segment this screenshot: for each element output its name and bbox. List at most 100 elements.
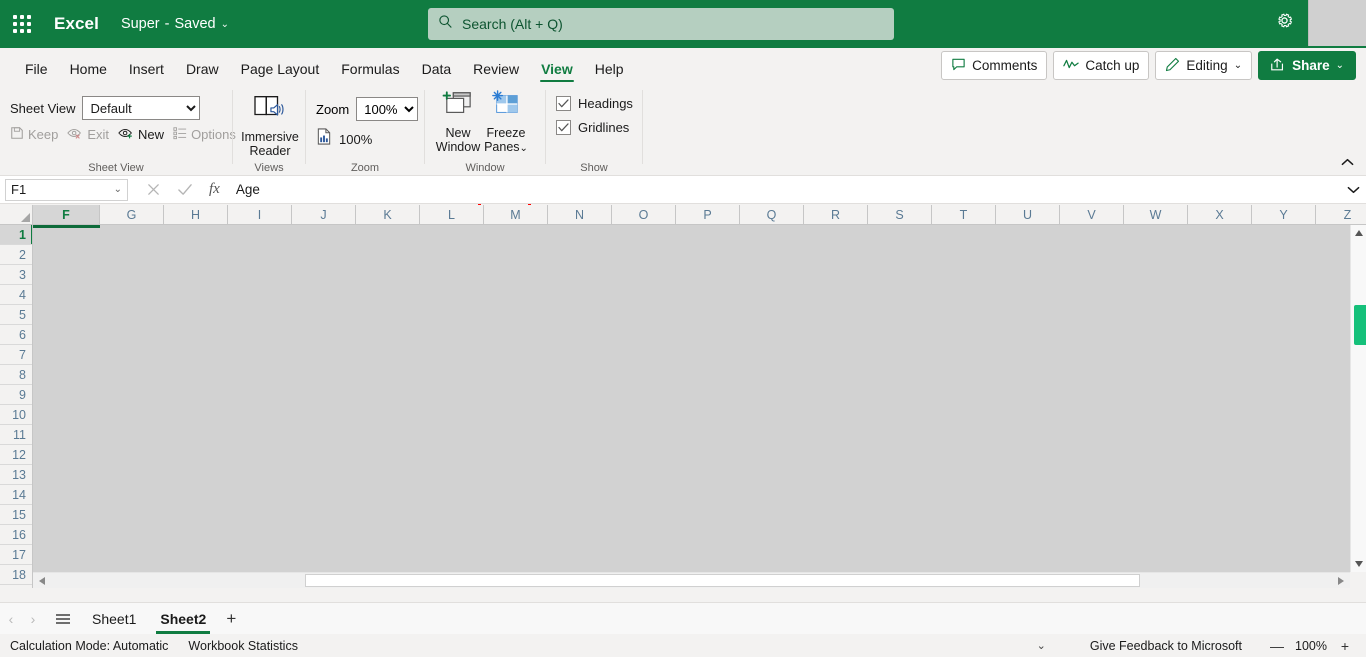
row-header-1[interactable]: 1: [0, 225, 32, 245]
ribbon-tab-review[interactable]: Review: [462, 62, 530, 84]
cancel-formula-icon[interactable]: [146, 182, 161, 197]
gridlines-checkbox-row[interactable]: Gridlines: [556, 120, 633, 135]
collapse-ribbon-button[interactable]: [1336, 153, 1358, 171]
ribbon-tab-page-layout[interactable]: Page Layout: [230, 62, 331, 84]
row-header-18[interactable]: 18: [0, 565, 32, 585]
row-header-5[interactable]: 5: [0, 305, 32, 325]
column-header-F[interactable]: F: [33, 205, 100, 224]
row-header-17[interactable]: 17: [0, 545, 32, 565]
ribbon-tab-data[interactable]: Data: [411, 62, 463, 84]
sheet-view-select[interactable]: Default: [81, 96, 200, 120]
row-header-2[interactable]: 2: [0, 245, 32, 265]
scroll-up-button[interactable]: [1351, 225, 1366, 241]
sheet-view-exit-button[interactable]: Exit: [67, 126, 109, 143]
column-header-V[interactable]: V: [1060, 205, 1124, 224]
row-header-15[interactable]: 15: [0, 505, 32, 525]
scroll-left-button[interactable]: [35, 574, 49, 588]
comments-button[interactable]: Comments: [941, 51, 1048, 80]
editing-mode-button[interactable]: Editing ⌄: [1155, 51, 1253, 80]
horizontal-scrollbar[interactable]: [33, 572, 1350, 588]
feedback-link[interactable]: Give Feedback to Microsoft: [1090, 639, 1242, 653]
ribbon-tab-formulas[interactable]: Formulas: [330, 62, 410, 84]
row-header-9[interactable]: 9: [0, 385, 32, 405]
all-sheets-menu-button[interactable]: [52, 605, 74, 633]
select-all-corner[interactable]: [0, 205, 33, 225]
column-header-X[interactable]: X: [1188, 205, 1252, 224]
column-header-O[interactable]: O: [612, 205, 676, 224]
zoom-to-100-button[interactable]: 100%: [316, 128, 372, 150]
ribbon-tab-home[interactable]: Home: [59, 62, 118, 84]
sheet-view-options-button[interactable]: Options: [173, 126, 236, 143]
ribbon-tab-insert[interactable]: Insert: [118, 62, 175, 84]
column-header-U[interactable]: U: [996, 205, 1060, 224]
column-header-S[interactable]: S: [868, 205, 932, 224]
status-overflow-chevron-icon[interactable]: ⌄: [1037, 639, 1046, 652]
previous-sheet-button[interactable]: ‹: [0, 605, 22, 633]
row-header-13[interactable]: 13: [0, 465, 32, 485]
confirm-formula-icon[interactable]: [177, 182, 193, 197]
column-header-Y[interactable]: Y: [1252, 205, 1316, 224]
calculation-mode-status[interactable]: Calculation Mode: Automatic: [10, 639, 168, 653]
immersive-reader-button[interactable]: Immersive Reader: [233, 92, 307, 158]
ribbon-tab-view[interactable]: View: [530, 62, 584, 84]
add-sheet-button[interactable]: +: [218, 605, 244, 633]
scroll-right-button[interactable]: [1334, 574, 1348, 588]
column-header-Q[interactable]: Q: [740, 205, 804, 224]
vertical-scrollbar[interactable]: [1350, 225, 1366, 572]
ribbon-tab-help[interactable]: Help: [584, 62, 635, 84]
column-header-K[interactable]: K: [356, 205, 420, 224]
sheet-tab-sheet2[interactable]: Sheet2: [148, 603, 218, 634]
freeze-panes-button[interactable]: Freeze Panes⌄: [475, 90, 537, 156]
column-header-G[interactable]: G: [100, 205, 164, 224]
column-header-J[interactable]: J: [292, 205, 356, 224]
column-header-W[interactable]: W: [1124, 205, 1188, 224]
zoom-level-label[interactable]: 100%: [1290, 639, 1332, 653]
headings-checkbox-row[interactable]: Headings: [556, 96, 633, 111]
document-name-area[interactable]: Super - Saved ⌄: [121, 16, 229, 32]
zoom-in-button[interactable]: +: [1332, 635, 1358, 657]
app-launcher-button[interactable]: [0, 0, 44, 48]
sheet-tab-sheet1[interactable]: Sheet1: [80, 603, 148, 634]
headings-checkbox[interactable]: [556, 96, 571, 111]
column-header-T[interactable]: T: [932, 205, 996, 224]
catch-up-button[interactable]: Catch up: [1053, 51, 1150, 80]
column-header-M[interactable]: M: [484, 205, 548, 224]
row-header-3[interactable]: 3: [0, 265, 32, 285]
ribbon-tab-draw[interactable]: Draw: [175, 62, 230, 84]
column-header-I[interactable]: I: [228, 205, 292, 224]
horizontal-scroll-thumb[interactable]: [305, 574, 1140, 587]
row-header-6[interactable]: 6: [0, 325, 32, 345]
formula-input[interactable]: [235, 182, 1340, 197]
sheet-view-new-button[interactable]: New: [118, 126, 164, 143]
scroll-down-button[interactable]: [1351, 556, 1366, 572]
column-header-N[interactable]: N: [548, 205, 612, 224]
sheet-view-keep-button[interactable]: Keep: [10, 126, 58, 143]
row-header-4[interactable]: 4: [0, 285, 32, 305]
next-sheet-button[interactable]: ›: [22, 605, 44, 633]
column-header-R[interactable]: R: [804, 205, 868, 224]
vertical-scroll-thumb[interactable]: [1354, 305, 1366, 345]
row-header-11[interactable]: 11: [0, 425, 32, 445]
search-input[interactable]: [462, 16, 884, 32]
row-header-8[interactable]: 8: [0, 365, 32, 385]
name-box[interactable]: F1 ⌄: [5, 178, 128, 201]
insert-function-icon[interactable]: fx: [209, 181, 220, 198]
search-box[interactable]: [428, 8, 894, 40]
zoom-select[interactable]: 100%: [356, 97, 419, 121]
column-header-P[interactable]: P: [676, 205, 740, 224]
row-header-16[interactable]: 16: [0, 525, 32, 545]
column-header-L[interactable]: L: [420, 205, 484, 224]
ribbon-tab-file[interactable]: File: [14, 62, 59, 84]
row-header-14[interactable]: 14: [0, 485, 32, 505]
row-header-12[interactable]: 12: [0, 445, 32, 465]
column-header-Z[interactable]: Z: [1316, 205, 1366, 224]
zoom-out-button[interactable]: —: [1264, 635, 1290, 657]
settings-button[interactable]: [1262, 0, 1306, 46]
gridlines-checkbox[interactable]: [556, 120, 571, 135]
cell-area[interactable]: [33, 225, 1350, 572]
expand-formula-bar-button[interactable]: [1340, 185, 1366, 194]
workbook-statistics-status[interactable]: Workbook Statistics: [188, 639, 298, 653]
row-header-10[interactable]: 10: [0, 405, 32, 425]
share-button[interactable]: Share ⌄: [1258, 51, 1356, 80]
brand-label[interactable]: Excel: [54, 14, 99, 34]
